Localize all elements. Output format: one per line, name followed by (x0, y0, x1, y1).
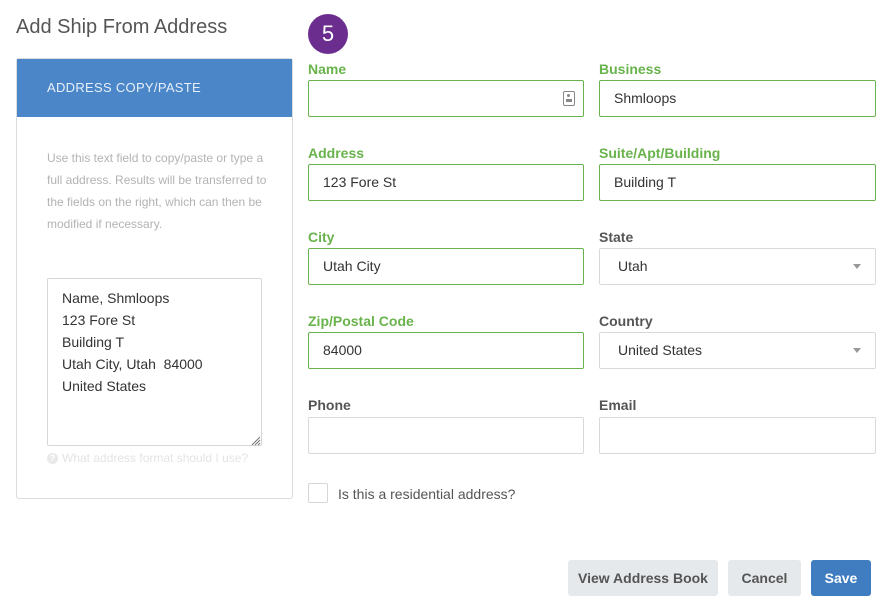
country-select[interactable]: United States (599, 332, 876, 369)
phone-label: Phone (308, 397, 351, 413)
phone-field[interactable] (308, 417, 584, 454)
zip-field[interactable]: 84000 (308, 332, 584, 369)
page-title: Add Ship From Address (16, 16, 228, 38)
email-label: Email (599, 397, 637, 413)
business-label: Business (599, 61, 662, 77)
suite-field[interactable]: Building T (599, 164, 876, 201)
suite-value: Building T (614, 174, 677, 190)
city-label: City (308, 229, 335, 245)
suite-label: Suite/Apt/Building (599, 145, 721, 161)
city-field[interactable]: Utah City (308, 248, 584, 285)
save-button[interactable]: Save (811, 560, 871, 596)
cancel-button[interactable]: Cancel (728, 560, 801, 596)
country-label: Country (599, 313, 653, 329)
state-value: Utah (618, 258, 648, 274)
residential-checkbox[interactable] (308, 483, 328, 503)
name-label: Name (308, 61, 347, 77)
caret-down-icon (853, 264, 861, 269)
address-paste-panel: ADDRESS COPY/PASTE Use this text field t… (16, 58, 293, 499)
address-paste-textarea[interactable] (47, 278, 262, 446)
resize-grip-icon[interactable] (251, 436, 261, 446)
paste-help-text: Use this text field to copy/paste or typ… (47, 151, 267, 231)
contact-card-icon[interactable] (563, 91, 575, 106)
address-format-help-link[interactable]: ? What address format should I use? (47, 451, 248, 465)
zip-label: Zip/Postal Code (308, 313, 414, 329)
question-circle-icon: ? (47, 452, 58, 464)
address-field[interactable]: 123 Fore St (308, 164, 584, 201)
email-field[interactable] (599, 417, 876, 454)
step-badge: 5 (308, 14, 348, 54)
business-field[interactable]: Shmloops (599, 80, 876, 117)
business-value: Shmloops (614, 90, 677, 106)
zip-value: 84000 (323, 342, 362, 358)
address-value: 123 Fore St (323, 174, 397, 190)
country-value: United States (618, 342, 703, 358)
city-value: Utah City (323, 258, 381, 274)
name-field[interactable] (308, 80, 584, 117)
address-label: Address (308, 145, 365, 161)
state-label: State (599, 229, 634, 245)
residential-label[interactable]: Is this a residential address? (338, 486, 515, 502)
view-address-book-button[interactable]: View Address Book (568, 560, 718, 596)
caret-down-icon (853, 348, 861, 353)
format-help-text: What address format should I use? (62, 451, 249, 465)
paste-panel-header: ADDRESS COPY/PASTE (17, 59, 292, 117)
state-select[interactable]: Utah (599, 248, 876, 285)
